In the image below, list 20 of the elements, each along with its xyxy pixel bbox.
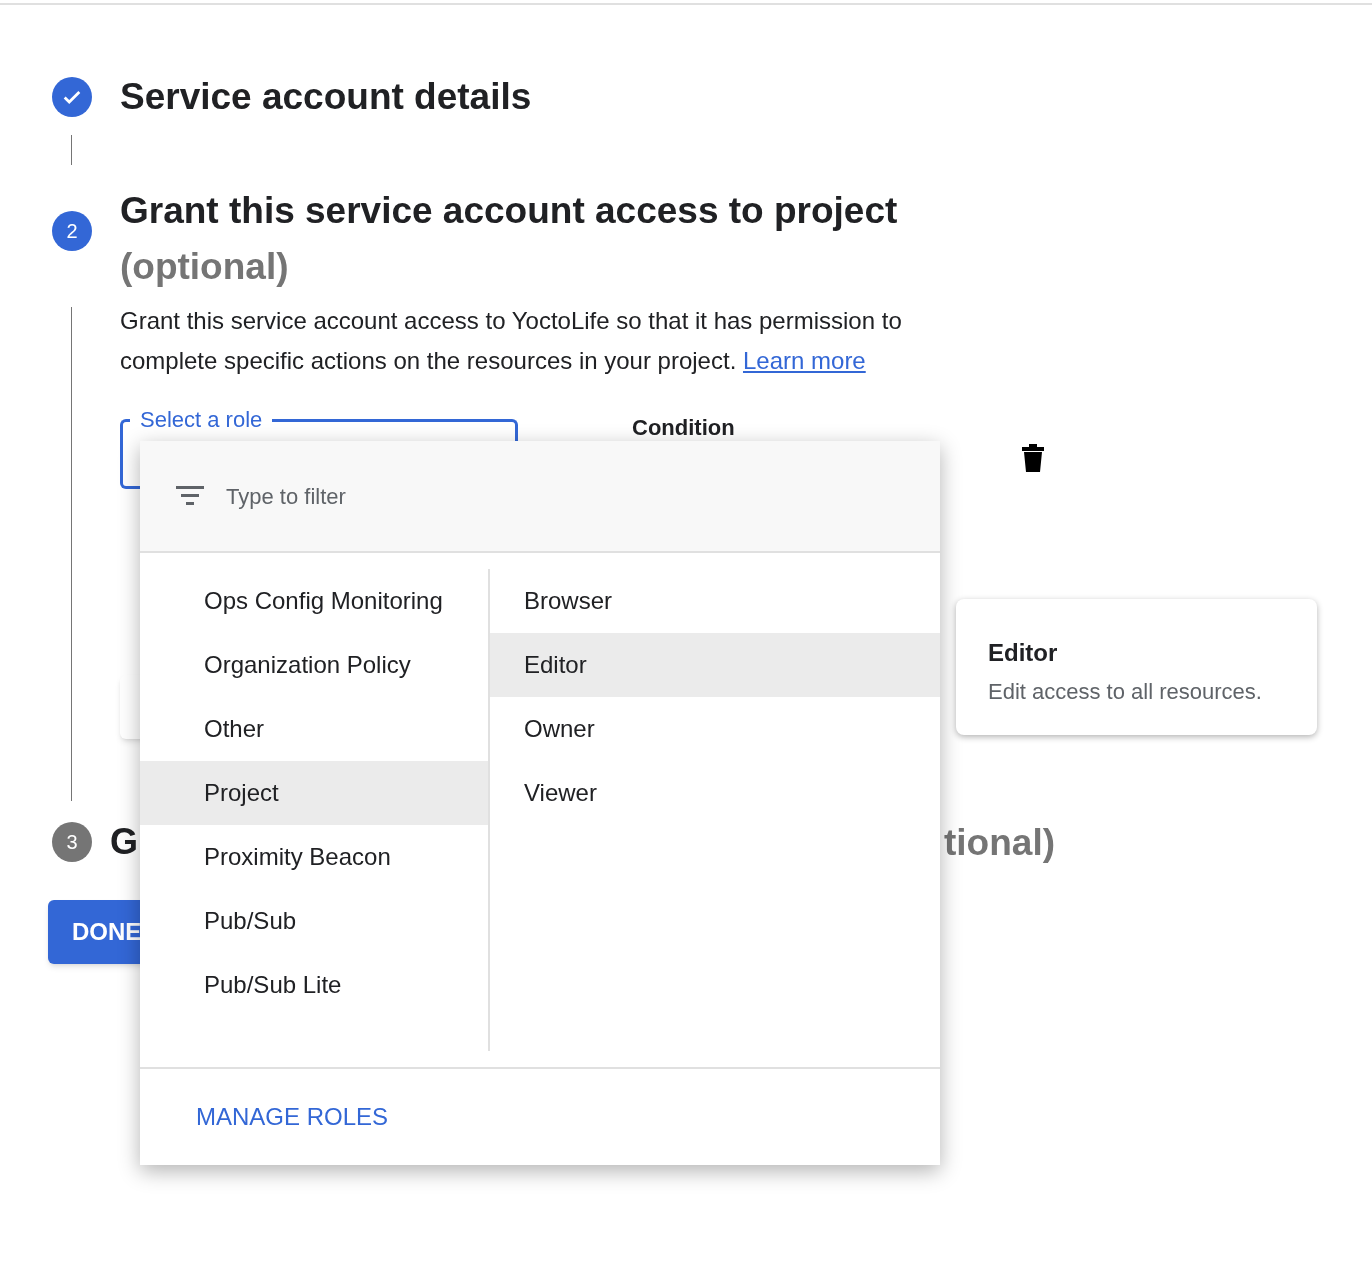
description: Grant this service account access to YoctoLife so that it has permission to complete specific actions on the resources in your project. Learn more — [120, 305, 903, 376]
field-label: Select a role — [139, 406, 264, 433]
step-title: Grant this service account access to project — [120, 188, 898, 233]
step-title: Service account details — [120, 75, 532, 119]
role-item[interactable]: Editor — [490, 633, 940, 697]
optional-label: tional) — [944, 820, 1055, 865]
step-title: G — [110, 820, 138, 865]
condition-label: Condition — [632, 413, 735, 442]
manage-roles-button[interactable]: MANAGE ROLES — [180, 1091, 405, 1143]
step-number: 3 — [52, 822, 92, 863]
check-icon — [52, 76, 92, 117]
tooltip-title: Editor — [988, 638, 1059, 668]
filter-icon — [176, 486, 204, 506]
optional-label: (optional) — [120, 244, 290, 289]
learn-more-link[interactable]: Learn more — [743, 346, 866, 374]
filter-field[interactable]: Type to filter — [226, 479, 826, 513]
tooltip-description: Edit access to all resources. — [988, 678, 1263, 706]
step-number: 2 — [52, 210, 92, 251]
delete-icon[interactable] — [1020, 442, 1045, 473]
category-item[interactable]: Project — [140, 761, 488, 825]
